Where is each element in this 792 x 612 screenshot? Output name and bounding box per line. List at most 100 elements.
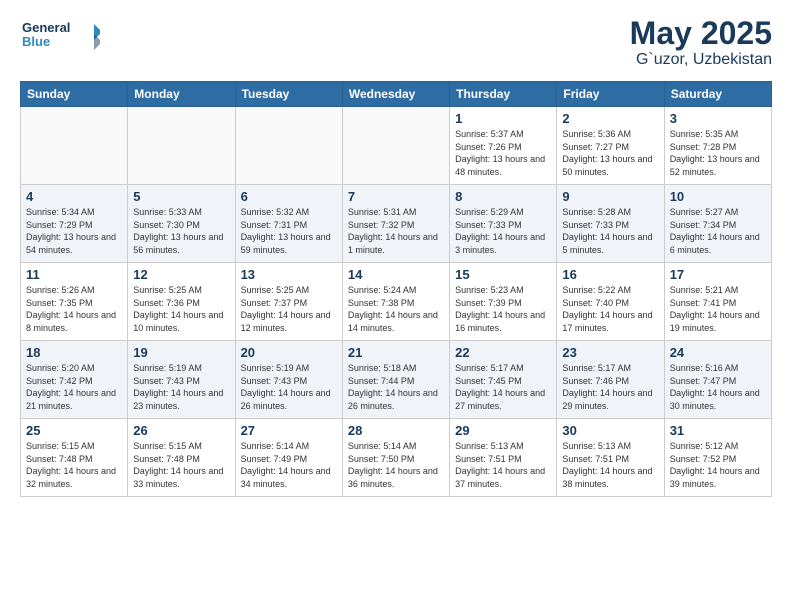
header-thursday: Thursday (450, 82, 557, 107)
day-cell-3-1: 19Sunrise: 5:19 AM Sunset: 7:43 PM Dayli… (128, 341, 235, 419)
day-number: 20 (241, 345, 337, 360)
day-cell-1-0: 4 Sunrise: 5:34 AM Sunset: 7:29 PM Daylig… (21, 185, 128, 263)
subtitle: G`uzor, Uzbekistan (630, 51, 772, 69)
day-number: 7 (348, 189, 444, 204)
day-cell-3-4: 22 Sunrise: 5:17 AM Sunset: 7:45 PM Dayli… (450, 341, 557, 419)
day-info: Sunrise: 5:35 AM Sunset: 7:28 PM Dayligh… (670, 128, 766, 178)
svg-text:General: General (22, 20, 70, 35)
day-cell-1-1: 5 Sunrise: 5:33 AM Sunset: 7:30 PM Daylig… (128, 185, 235, 263)
day-cell-4-3: 28 Sunrise: 5:14 AM Sunset: 7:50 PM Dayli… (342, 419, 449, 497)
logo: General Blue (20, 16, 100, 56)
week-row-5: 25 Sunrise: 5:15 AM Sunset: 7:48 PM Dayli… (21, 419, 772, 497)
day-number: 15 (455, 267, 551, 282)
day-info: Sunrise: 5:34 AM Sunset: 7:29 PM Dayligh… (26, 206, 122, 256)
week-row-3: 11Sunrise: 5:26 AM Sunset: 7:35 PM Dayli… (21, 263, 772, 341)
day-info: Sunrise: 5:29 AM Sunset: 7:33 PM Dayligh… (455, 206, 551, 256)
day-cell-0-5: 2 Sunrise: 5:36 AM Sunset: 7:27 PM Daylig… (557, 107, 664, 185)
day-number: 11 (26, 267, 122, 282)
day-number: 28 (348, 423, 444, 438)
header-friday: Friday (557, 82, 664, 107)
day-cell-2-3: 14Sunrise: 5:24 AM Sunset: 7:38 PM Dayli… (342, 263, 449, 341)
day-info: Sunrise: 5:20 AM Sunset: 7:42 PM Dayligh… (26, 362, 122, 412)
day-cell-2-5: 16 Sunrise: 5:22 AM Sunset: 7:40 PM Dayli… (557, 263, 664, 341)
day-cell-2-0: 11Sunrise: 5:26 AM Sunset: 7:35 PM Dayli… (21, 263, 128, 341)
day-cell-0-3 (342, 107, 449, 185)
day-info: Sunrise: 5:37 AM Sunset: 7:26 PM Dayligh… (455, 128, 551, 178)
header-tuesday: Tuesday (235, 82, 342, 107)
day-info: Sunrise: 5:13 AM Sunset: 7:51 PM Dayligh… (455, 440, 551, 490)
week-row-1: 1Sunrise: 5:37 AM Sunset: 7:26 PM Daylig… (21, 107, 772, 185)
day-number: 16 (562, 267, 658, 282)
day-cell-3-6: 24Sunrise: 5:16 AM Sunset: 7:47 PM Dayli… (664, 341, 771, 419)
day-info: Sunrise: 5:32 AM Sunset: 7:31 PM Dayligh… (241, 206, 337, 256)
day-cell-3-2: 20 Sunrise: 5:19 AM Sunset: 7:43 PM Dayli… (235, 341, 342, 419)
day-cell-1-4: 8 Sunrise: 5:29 AM Sunset: 7:33 PM Daylig… (450, 185, 557, 263)
day-info: Sunrise: 5:13 AM Sunset: 7:51 PM Dayligh… (562, 440, 658, 490)
day-number: 22 (455, 345, 551, 360)
header-sunday: Sunday (21, 82, 128, 107)
day-cell-4-1: 26 Sunrise: 5:15 AM Sunset: 7:48 PM Dayli… (128, 419, 235, 497)
day-number: 13 (241, 267, 337, 282)
day-cell-3-5: 23 Sunrise: 5:17 AM Sunset: 7:46 PM Dayli… (557, 341, 664, 419)
day-cell-4-5: 30 Sunrise: 5:13 AM Sunset: 7:51 PM Dayli… (557, 419, 664, 497)
day-info: Sunrise: 5:17 AM Sunset: 7:46 PM Dayligh… (562, 362, 658, 412)
day-number: 25 (26, 423, 122, 438)
day-cell-1-2: 6 Sunrise: 5:32 AM Sunset: 7:31 PM Daylig… (235, 185, 342, 263)
day-number: 17 (670, 267, 766, 282)
day-cell-4-0: 25 Sunrise: 5:15 AM Sunset: 7:48 PM Dayli… (21, 419, 128, 497)
day-number: 8 (455, 189, 551, 204)
day-cell-1-3: 7 Sunrise: 5:31 AM Sunset: 7:32 PM Daylig… (342, 185, 449, 263)
day-cell-2-4: 15Sunrise: 5:23 AM Sunset: 7:39 PM Dayli… (450, 263, 557, 341)
day-info: Sunrise: 5:17 AM Sunset: 7:45 PM Dayligh… (455, 362, 551, 412)
day-info: Sunrise: 5:14 AM Sunset: 7:50 PM Dayligh… (348, 440, 444, 490)
day-number: 26 (133, 423, 229, 438)
day-cell-4-2: 27 Sunrise: 5:14 AM Sunset: 7:49 PM Dayli… (235, 419, 342, 497)
day-info: Sunrise: 5:14 AM Sunset: 7:49 PM Dayligh… (241, 440, 337, 490)
title-area: May 2025 G`uzor, Uzbekistan (630, 16, 772, 69)
day-info: Sunrise: 5:33 AM Sunset: 7:30 PM Dayligh… (133, 206, 229, 256)
day-number: 27 (241, 423, 337, 438)
day-info: Sunrise: 5:15 AM Sunset: 7:48 PM Dayligh… (26, 440, 122, 490)
day-number: 23 (562, 345, 658, 360)
day-number: 2 (562, 111, 658, 126)
day-info: Sunrise: 5:27 AM Sunset: 7:34 PM Dayligh… (670, 206, 766, 256)
header: General Blue May 2025 G`uzor, Uzbekistan (20, 16, 772, 69)
day-cell-4-6: 31Sunrise: 5:12 AM Sunset: 7:52 PM Dayli… (664, 419, 771, 497)
day-number: 6 (241, 189, 337, 204)
day-number: 9 (562, 189, 658, 204)
day-info: Sunrise: 5:24 AM Sunset: 7:38 PM Dayligh… (348, 284, 444, 334)
header-wednesday: Wednesday (342, 82, 449, 107)
week-row-2: 4 Sunrise: 5:34 AM Sunset: 7:29 PM Daylig… (21, 185, 772, 263)
calendar: Sunday Monday Tuesday Wednesday Thursday… (20, 81, 772, 497)
day-number: 19 (133, 345, 229, 360)
day-cell-0-6: 3Sunrise: 5:35 AM Sunset: 7:28 PM Daylig… (664, 107, 771, 185)
day-cell-0-4: 1Sunrise: 5:37 AM Sunset: 7:26 PM Daylig… (450, 107, 557, 185)
day-cell-0-0 (21, 107, 128, 185)
day-number: 30 (562, 423, 658, 438)
day-info: Sunrise: 5:31 AM Sunset: 7:32 PM Dayligh… (348, 206, 444, 256)
page: General Blue May 2025 G`uzor, Uzbekistan… (0, 0, 792, 612)
day-number: 29 (455, 423, 551, 438)
day-info: Sunrise: 5:22 AM Sunset: 7:40 PM Dayligh… (562, 284, 658, 334)
day-cell-2-2: 13 Sunrise: 5:25 AM Sunset: 7:37 PM Dayli… (235, 263, 342, 341)
day-cell-2-6: 17Sunrise: 5:21 AM Sunset: 7:41 PM Dayli… (664, 263, 771, 341)
svg-text:Blue: Blue (22, 34, 50, 49)
day-info: Sunrise: 5:28 AM Sunset: 7:33 PM Dayligh… (562, 206, 658, 256)
day-info: Sunrise: 5:25 AM Sunset: 7:37 PM Dayligh… (241, 284, 337, 334)
day-cell-0-2 (235, 107, 342, 185)
day-info: Sunrise: 5:25 AM Sunset: 7:36 PM Dayligh… (133, 284, 229, 334)
day-info: Sunrise: 5:15 AM Sunset: 7:48 PM Dayligh… (133, 440, 229, 490)
day-number: 5 (133, 189, 229, 204)
day-number: 18 (26, 345, 122, 360)
day-number: 24 (670, 345, 766, 360)
day-number: 4 (26, 189, 122, 204)
week-row-4: 18 Sunrise: 5:20 AM Sunset: 7:42 PM Dayli… (21, 341, 772, 419)
day-info: Sunrise: 5:36 AM Sunset: 7:27 PM Dayligh… (562, 128, 658, 178)
day-cell-1-5: 9 Sunrise: 5:28 AM Sunset: 7:33 PM Daylig… (557, 185, 664, 263)
day-info: Sunrise: 5:19 AM Sunset: 7:43 PM Dayligh… (241, 362, 337, 412)
day-cell-4-4: 29 Sunrise: 5:13 AM Sunset: 7:51 PM Dayli… (450, 419, 557, 497)
header-monday: Monday (128, 82, 235, 107)
logo-icon: General Blue (20, 16, 100, 56)
header-saturday: Saturday (664, 82, 771, 107)
day-number: 12 (133, 267, 229, 282)
